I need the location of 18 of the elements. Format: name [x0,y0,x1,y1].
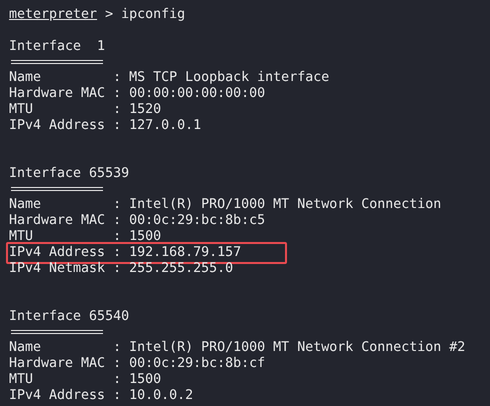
command-text: ipconfig [121,7,186,23]
interface-heading: Interface 65540 [9,309,130,325]
output-line: Hardware MAC : 00:0c:29:bc:8b:cf [9,356,266,372]
output-line: IPv4 Address : 127.0.0.1 [9,118,202,134]
prompt-context: meterpreter [9,7,98,23]
output-line: MTU : 1520 [9,102,162,118]
output-line: Hardware MAC : 00:00:00:00:00:00 [9,86,266,102]
output-line: Hardware MAC : 00:0c:29:bc:8b:c5 [9,213,266,229]
interface-heading: Interface 1 [9,39,106,55]
output-line: MTU : 1500 [9,372,162,388]
prompt-symbol: > [105,7,114,23]
interface-heading: Interface 65539 [9,166,130,182]
output-line: Name : Intel(R) PRO/1000 MT Network Connection [9,197,442,213]
output-line: IPv4 Address : 10.0.0.2 [9,388,194,404]
output-line: MTU : 1500 [9,229,162,245]
output-line: Name : Intel(R) PRO/1000 MT Network Connection #2 [9,340,466,356]
output-line: IPv4 Netmask : 255.255.255.0 [9,261,234,277]
output-line: Name : MS TCP Loopback interface [9,70,330,86]
